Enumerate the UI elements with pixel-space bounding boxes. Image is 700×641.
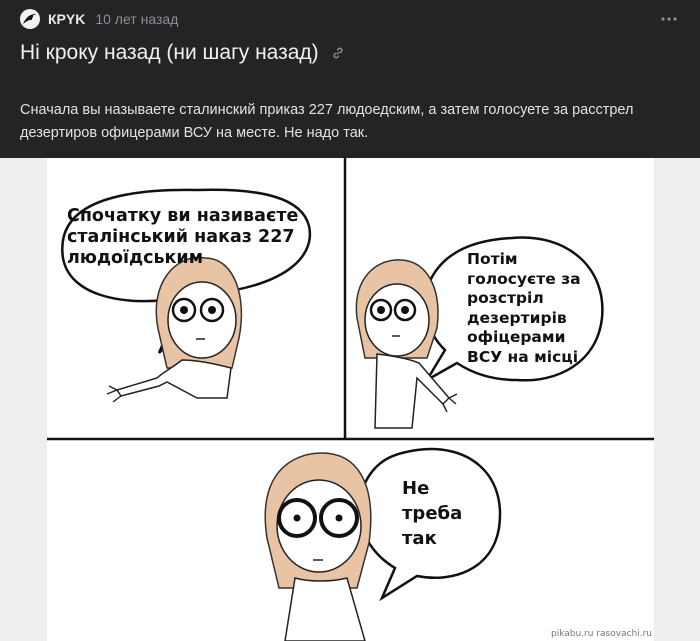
panel-3-text: Не треба так: [402, 478, 463, 549]
post-header: КРYK 10 лет назад Ні кроку назад (ни шаг…: [0, 0, 700, 158]
comic: Спочатку ви називаєте сталінський наказ …: [47, 158, 654, 641]
watermark: pikabu.ru rasovachi.ru: [551, 629, 652, 639]
bird-avatar-icon: [23, 14, 36, 24]
link-icon[interactable]: [331, 46, 345, 60]
post-image[interactable]: Спочатку ви називаєте сталінський наказ …: [0, 158, 700, 641]
post-text: Сначала вы называете сталинский приказ 2…: [20, 102, 634, 141]
post-meta: КРYK 10 лет назад: [20, 9, 178, 29]
panel-2-text: Потім голосуєте за розстріл дезертирів о…: [467, 250, 581, 366]
author-name[interactable]: КРYK: [48, 11, 85, 27]
panel-1-text: Спочатку ви називаєте сталінський наказ …: [67, 206, 299, 268]
post-time: 10 лет назад: [95, 11, 179, 27]
title-row: Ні кроку назад (ни шагу назад): [20, 38, 345, 68]
post-title[interactable]: Ні кроку назад (ни шагу назад): [20, 41, 319, 65]
more-dots-icon: [661, 17, 677, 21]
more-button[interactable]: [660, 12, 678, 26]
girl-panel-3: [264, 452, 372, 641]
avatar[interactable]: [20, 9, 40, 29]
